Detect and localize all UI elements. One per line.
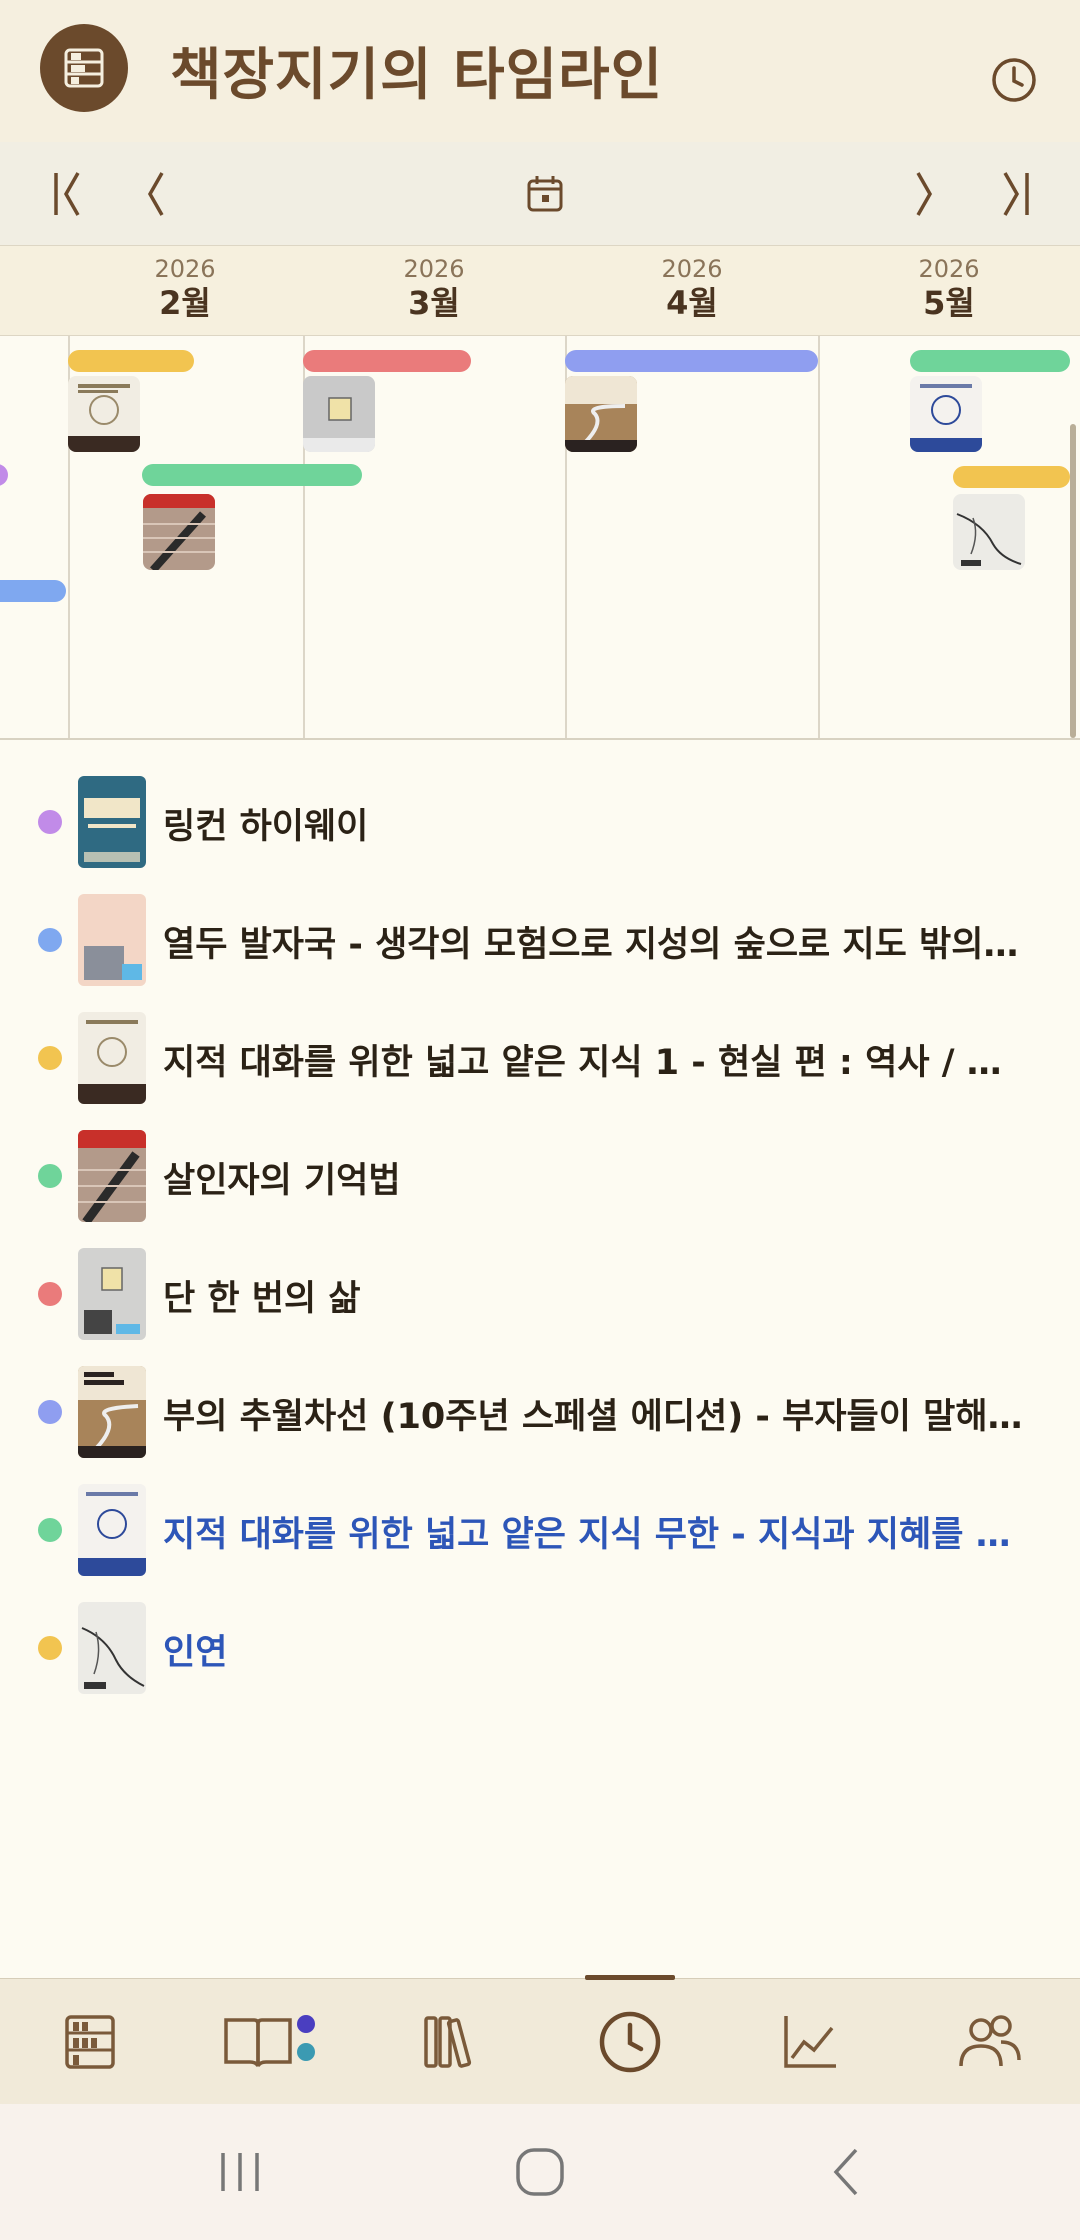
scrollbar[interactable] bbox=[1070, 424, 1076, 738]
open-book-icon bbox=[224, 2015, 315, 2067]
month-label: 2026 2월 bbox=[154, 255, 216, 322]
color-dot bbox=[38, 1046, 62, 1070]
back-icon[interactable] bbox=[786, 2104, 906, 2240]
bookshelf-icon[interactable] bbox=[40, 24, 128, 112]
page-title: 책장지기의 타임라인 bbox=[170, 43, 664, 108]
clock-icon[interactable] bbox=[990, 56, 1038, 104]
list-item[interactable]: 지적 대화를 위한 넓고 얕은 지식 1 - 현실 편 : 역사 / 경제 / … bbox=[0, 1008, 1080, 1104]
timeline-bar[interactable] bbox=[142, 464, 362, 486]
tab-stats[interactable] bbox=[720, 1979, 900, 2105]
book-title: 지적 대화를 위한 넓고 얕은 지식 1 - 현실 편 : 역사 / 경제 / … bbox=[163, 1043, 1023, 1083]
book-thumbnail[interactable] bbox=[143, 494, 215, 570]
app-header: 책장지기의 타임라인 bbox=[0, 0, 1080, 142]
book-cover bbox=[78, 1366, 146, 1458]
timeline-bar[interactable] bbox=[303, 350, 471, 372]
list-item[interactable]: 인연 bbox=[0, 1598, 1080, 1694]
month-label: 2026 4월 bbox=[661, 255, 723, 322]
list-item[interactable]: 살인자의 기억법 bbox=[0, 1126, 1080, 1222]
system-nav-bar bbox=[0, 2104, 1080, 2240]
bottom-tab-bar bbox=[0, 1975, 1080, 2105]
color-dot bbox=[38, 810, 62, 834]
book-title: 열두 발자국 - 생각의 모험으로 지성의 숲으로 지도 밖의 행군을 떠나는 … bbox=[163, 925, 1023, 965]
book-cover bbox=[78, 1484, 146, 1576]
month-label: 2026 5월 bbox=[918, 255, 980, 322]
color-dot bbox=[38, 1164, 62, 1188]
month-label: 2026 3월 bbox=[403, 255, 465, 322]
color-dot bbox=[38, 1282, 62, 1306]
book-thumbnail[interactable] bbox=[910, 376, 982, 452]
book-thumbnail[interactable] bbox=[303, 376, 375, 452]
clock-icon bbox=[599, 2011, 661, 2073]
books-icon bbox=[424, 2016, 472, 2068]
timeline-grid[interactable] bbox=[0, 336, 1080, 740]
chart-icon bbox=[784, 2016, 836, 2068]
color-dot bbox=[38, 1518, 62, 1542]
book-cover bbox=[78, 776, 146, 868]
skip-last-icon[interactable] bbox=[975, 142, 1055, 246]
tab-reading[interactable] bbox=[180, 1979, 360, 2105]
chevron-right-icon[interactable] bbox=[885, 142, 965, 246]
timeline-bar[interactable] bbox=[565, 350, 818, 372]
timeline-bar[interactable] bbox=[953, 466, 1070, 488]
tab-timeline[interactable] bbox=[540, 1979, 720, 2105]
book-thumbnail[interactable] bbox=[953, 494, 1025, 570]
chevron-left-icon[interactable] bbox=[115, 142, 195, 246]
book-title: 단 한 번의 삶 bbox=[163, 1279, 361, 1319]
tab-library[interactable] bbox=[360, 1979, 540, 2105]
timeline-bar[interactable] bbox=[0, 580, 66, 602]
list-item[interactable]: 단 한 번의 삶 bbox=[0, 1244, 1080, 1340]
timeline-bar[interactable] bbox=[910, 350, 1070, 372]
bookshelf-icon bbox=[65, 2015, 115, 2069]
book-cover bbox=[78, 1130, 146, 1222]
home-icon[interactable] bbox=[480, 2104, 600, 2240]
book-title: 링컨 하이웨이 bbox=[163, 807, 369, 847]
calendar-icon[interactable] bbox=[505, 142, 585, 246]
book-title: 부의 추월차선 (10주년 스페셜 에디션) - 부자들이 말해 주지 않는 부… bbox=[163, 1397, 1023, 1437]
timeline-bar[interactable] bbox=[68, 350, 194, 372]
color-dot bbox=[38, 1400, 62, 1424]
month-header: 2026 2월 2026 3월 2026 4월 2026 5월 bbox=[0, 246, 1080, 336]
color-dot bbox=[38, 928, 62, 952]
list-item[interactable]: 링컨 하이웨이 bbox=[0, 772, 1080, 868]
book-title: 인연 bbox=[163, 1633, 228, 1673]
list-item[interactable]: 지적 대화를 위한 넓고 얕은 지식 무한 - 지식과 지혜를 실천하는 삶 bbox=[0, 1480, 1080, 1576]
book-cover bbox=[78, 1602, 146, 1694]
timeline-nav bbox=[0, 142, 1080, 246]
book-cover bbox=[78, 1248, 146, 1340]
timeline-bar[interactable] bbox=[0, 464, 8, 486]
list-item[interactable]: 부의 추월차선 (10주년 스페셜 에디션) - 부자들이 말해 주지 않는 부… bbox=[0, 1362, 1080, 1458]
book-cover bbox=[78, 1012, 146, 1104]
book-title: 지적 대화를 위한 넓고 얕은 지식 무한 - 지식과 지혜를 실천하는 삶 bbox=[163, 1515, 1023, 1555]
recents-icon[interactable] bbox=[180, 2104, 300, 2240]
color-dot bbox=[38, 1636, 62, 1660]
book-thumbnail[interactable] bbox=[68, 376, 140, 452]
tab-bookshelf[interactable] bbox=[0, 1979, 180, 2105]
list-item[interactable]: 열두 발자국 - 생각의 모험으로 지성의 숲으로 지도 밖의 행군을 떠나는 … bbox=[0, 890, 1080, 986]
people-icon bbox=[959, 2015, 1021, 2067]
book-cover bbox=[78, 894, 146, 986]
skip-first-icon[interactable] bbox=[28, 142, 108, 246]
book-thumbnail[interactable] bbox=[565, 376, 637, 452]
book-title: 살인자의 기억법 bbox=[163, 1161, 401, 1201]
tab-friends[interactable] bbox=[900, 1979, 1080, 2105]
